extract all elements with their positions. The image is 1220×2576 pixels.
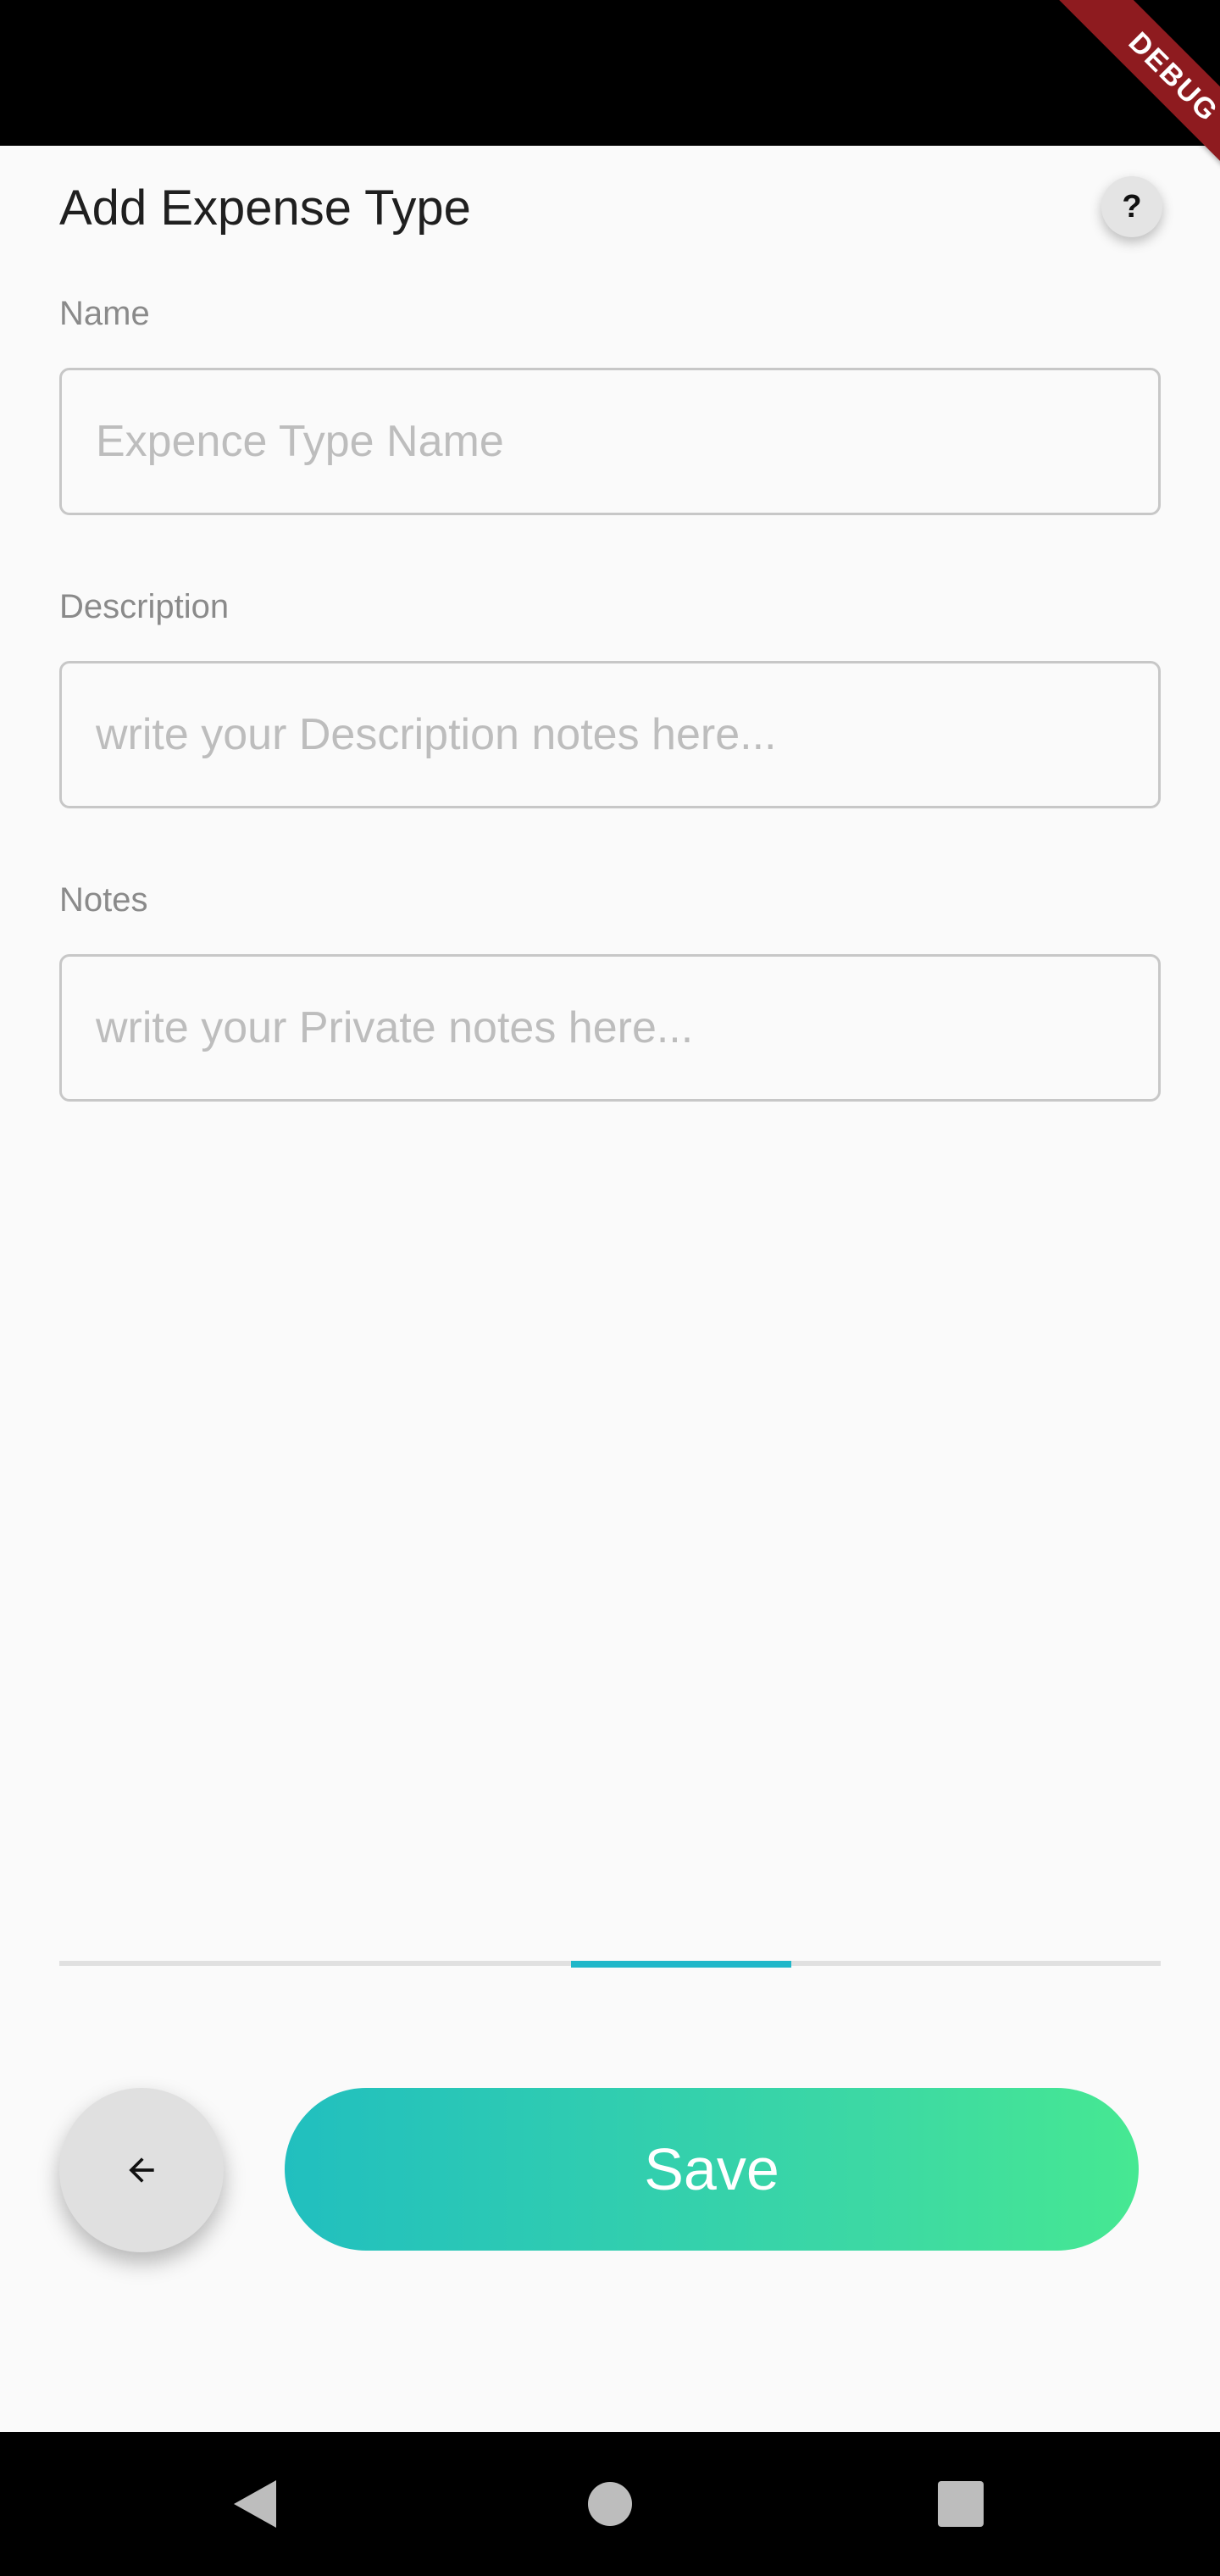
step-progress-bar: [59, 1961, 1161, 1968]
status-bar: [0, 0, 1220, 146]
name-label: Name: [59, 295, 150, 332]
page-title: Add Expense Type: [59, 180, 471, 236]
nav-recents-icon: [938, 2481, 984, 2527]
nav-home-button[interactable]: [559, 2432, 661, 2576]
step-progress-active: [570, 1961, 791, 1968]
notes-input[interactable]: [59, 954, 1161, 1102]
save-button[interactable]: Save: [285, 2088, 1139, 2251]
arrow-left-icon: [129, 2157, 154, 2183]
nav-recents-button[interactable]: [910, 2432, 1012, 2576]
notes-label: Notes: [59, 881, 148, 919]
screen: DEBUG Add Expense Type ? Name Descriptio…: [0, 0, 1220, 2576]
description-input[interactable]: [59, 661, 1161, 808]
description-label: Description: [59, 588, 230, 625]
help-button[interactable]: ?: [1101, 176, 1162, 237]
nav-back-icon: [234, 2480, 276, 2528]
name-input[interactable]: [59, 368, 1161, 515]
nav-back-button[interactable]: [203, 2432, 305, 2576]
system-nav-bar: [0, 2432, 1220, 2576]
nav-home-icon: [588, 2482, 632, 2526]
back-button[interactable]: [59, 2088, 224, 2252]
